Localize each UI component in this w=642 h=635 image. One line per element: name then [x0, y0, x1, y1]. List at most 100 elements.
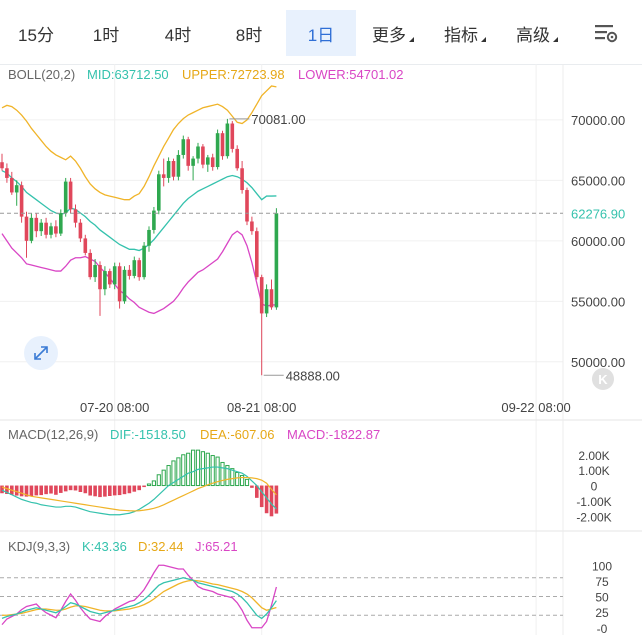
kdj-tick-label: -0: [597, 622, 608, 635]
date-label: 09-22 08:00: [501, 400, 570, 415]
price-tick-label: 65000.00: [571, 173, 625, 188]
dropdown-triangle-icon: [553, 37, 558, 42]
candle-body: [39, 222, 43, 232]
macd-bar: [176, 457, 181, 487]
macd-bar: [68, 485, 73, 491]
macd-bar: [122, 485, 127, 495]
tab-label: 高级: [516, 25, 550, 45]
candle-body: [10, 177, 14, 193]
macd-bar: [146, 483, 152, 487]
candle-body: [264, 289, 269, 314]
kdj-k-line: [1, 577, 277, 620]
boll-legend-lower: LOWER:54701.02: [298, 67, 404, 82]
tab-advanced[interactable]: 高级: [504, 10, 562, 56]
tab-1d[interactable]: 1日: [286, 10, 356, 56]
low-price-label: 48888.00: [286, 368, 340, 383]
tab-1h[interactable]: 1时: [76, 10, 136, 56]
kdj-legend-k: K:43.36: [82, 539, 127, 554]
expand-chart-button[interactable]: [24, 336, 58, 370]
price-tick-label: 55000.00: [571, 294, 625, 309]
macd-tick-label: 0: [591, 480, 598, 494]
boll-legend-title: BOLL(20,2): [8, 67, 75, 82]
macd-bar: [93, 485, 97, 497]
candle-body: [93, 265, 97, 278]
candle-body: [112, 266, 117, 285]
macd-bar: [78, 485, 83, 492]
macd-bar: [0, 485, 4, 494]
candle-body: [122, 269, 127, 302]
kdj-tick-label: 25: [595, 606, 609, 620]
macd-bar: [49, 485, 53, 494]
candle-body: [225, 123, 230, 157]
candle-body: [19, 185, 24, 217]
macd-bar: [191, 449, 196, 487]
macd-bar: [19, 485, 24, 497]
macd-bar: [250, 485, 254, 488]
tab-more[interactable]: 更多: [360, 10, 418, 56]
macd-bar: [235, 471, 240, 487]
macd-bar: [54, 485, 58, 495]
macd-axis: 2.00K1.00K 0-1.00K-2.00K: [576, 449, 611, 525]
macd-bar: [151, 480, 157, 487]
macd-bar: [195, 449, 201, 487]
k-logo-icon: K: [592, 368, 614, 390]
candle-body: [235, 148, 239, 169]
kdj-tick-label: 50: [595, 591, 609, 605]
candle-body: [171, 161, 176, 177]
macd-bar: [14, 485, 19, 496]
macd-bar: [117, 485, 122, 496]
candle-body: [157, 174, 161, 211]
chart-settings-icon[interactable]: [594, 22, 618, 44]
candle-body: [181, 139, 186, 155]
candle-body: [230, 123, 235, 149]
candle-body: [88, 252, 92, 278]
macd-bar: [98, 485, 102, 498]
candle-body: [269, 289, 274, 308]
macd-tick-label: 2.00K: [578, 449, 609, 463]
dropdown-triangle-icon: [481, 37, 486, 42]
macd-bar: [230, 468, 235, 487]
macd-bar: [244, 478, 250, 487]
price-tick-label: 70000.00: [571, 113, 625, 128]
tab-label: 1时: [92, 25, 120, 45]
price-tick-label: 60000.00: [571, 234, 625, 249]
kdj-grid: [0, 577, 563, 616]
macd-bar: [166, 465, 171, 487]
macd-bar: [181, 454, 186, 487]
candle-body: [147, 229, 151, 246]
candle-body: [215, 133, 220, 168]
macd-bar: [161, 469, 166, 487]
tab-label: 更多: [372, 25, 406, 45]
price-tick-label: 50000.00: [571, 355, 625, 370]
candle-body: [73, 209, 78, 223]
tab-15m[interactable]: 15分: [6, 10, 66, 56]
macd-tick-label: 1.00K: [578, 464, 609, 478]
boll-legend-upper: UPPER:72723.98: [182, 67, 285, 82]
macd-histogram: [0, 449, 279, 517]
kdj-legend-j: J:65.21: [195, 539, 238, 554]
candle-body: [255, 231, 259, 278]
tab-indicators[interactable]: 指标: [432, 10, 490, 56]
candle-body: [142, 245, 146, 278]
candle-body: [83, 238, 88, 253]
boll-legend-mid: MID:63712.50: [87, 67, 169, 82]
timeframe-toolbar: 15分 1时 4时 8时 1日 更多 指标 高级: [0, 0, 642, 65]
candle-body: [68, 181, 73, 210]
macd-bar: [274, 485, 279, 514]
candle-body: [24, 216, 29, 241]
boll-mid-line: [1, 170, 277, 252]
date-label: 07-20 08:00: [80, 400, 149, 415]
tab-4h[interactable]: 4时: [148, 10, 208, 56]
candle-body: [49, 226, 53, 235]
candle-body: [206, 157, 210, 165]
candle-body: [29, 217, 34, 241]
tab-8h[interactable]: 8时: [219, 10, 279, 56]
macd-legend-dea: DEA:-607.06: [200, 427, 274, 442]
macd-bar: [205, 452, 210, 487]
candle-body: [250, 221, 254, 232]
macd-bar: [29, 485, 34, 496]
high-price-label: 70081.00: [251, 112, 305, 127]
candle-body: [186, 139, 190, 166]
candle-body: [137, 260, 141, 278]
price-axis: 70000.00 65000.00 60000.00 55000.00 50000.00: [571, 113, 625, 370]
